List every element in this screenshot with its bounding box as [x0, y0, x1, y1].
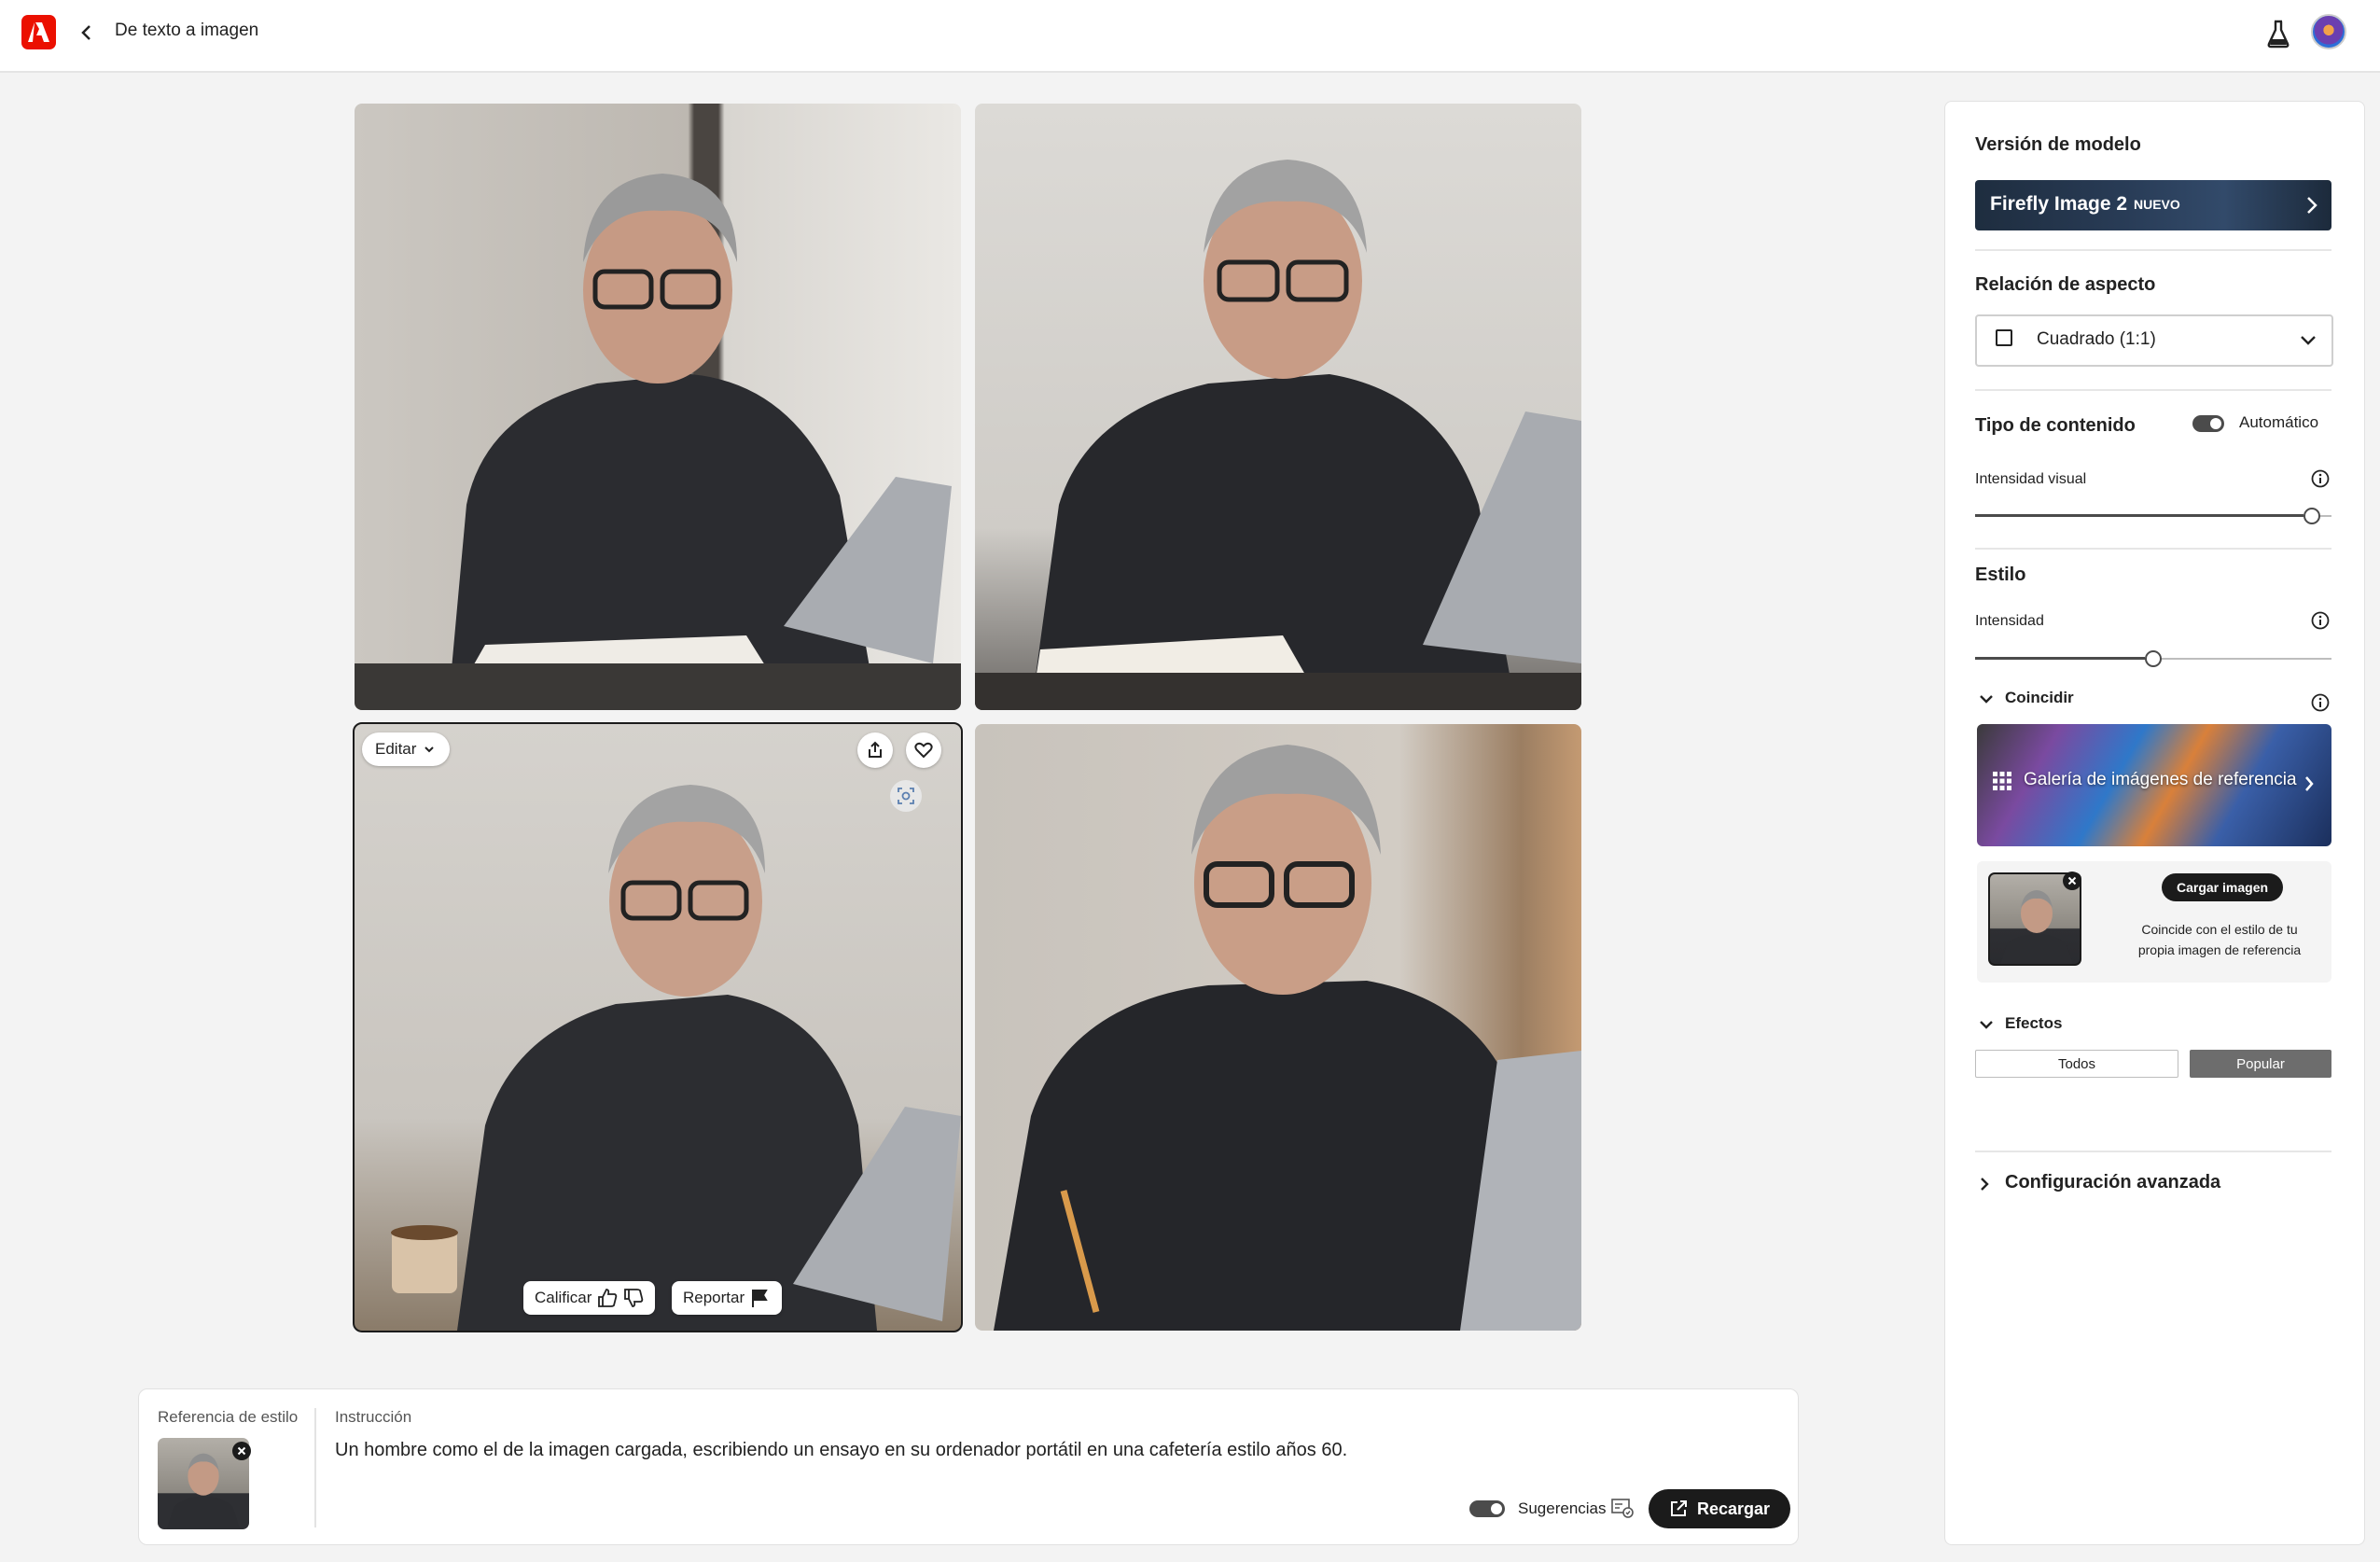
suggestions-settings-icon[interactable]	[1611, 1498, 1634, 1518]
remove-reference-button[interactable]	[2063, 872, 2081, 890]
gallery-label: Galería de imágenes de referencia	[2024, 770, 2297, 789]
info-icon[interactable]	[2311, 611, 2330, 630]
upload-description-line2: propia imagen de referencia	[2137, 942, 2302, 957]
upload-image-button[interactable]: Cargar imagen	[2162, 873, 2284, 901]
photo-man-writing	[975, 724, 1581, 1331]
match-heading[interactable]: Coincidir	[2005, 689, 2074, 707]
settings-panel: Versión de modelo Firefly Image 2 NUEVO …	[1944, 101, 2365, 1545]
instruction-input[interactable]: Un hombre como el de la imagen cargada, …	[335, 1440, 1734, 1461]
model-version-selector[interactable]: Firefly Image 2 NUEVO	[1975, 180, 2331, 230]
back-chevron-icon[interactable]	[78, 21, 95, 45]
reload-label: Recargar	[1697, 1499, 1771, 1518]
info-icon[interactable]	[2311, 469, 2330, 488]
thumbs-up-icon[interactable]	[597, 1288, 618, 1308]
aspect-ratio-value: Cuadrado (1:1)	[2037, 329, 2156, 349]
square-icon	[1996, 329, 2012, 346]
share-button[interactable]	[857, 732, 893, 768]
edit-label: Editar	[375, 740, 417, 758]
heart-icon	[914, 742, 933, 759]
reference-gallery-button[interactable]: Galería de imágenes de referencia	[1977, 724, 2331, 846]
style-heading: Estilo	[1975, 565, 2026, 585]
remove-style-reference-button[interactable]	[232, 1442, 251, 1460]
chevron-down-icon[interactable]	[1979, 693, 1994, 704]
info-icon[interactable]	[2311, 693, 2330, 712]
divider	[1975, 548, 2331, 550]
labs-flask-icon[interactable]	[2265, 19, 2291, 53]
intensity-slider-thumb[interactable]	[2145, 650, 2162, 667]
prompt-bar: Referencia de estilo Instrucción Un homb…	[138, 1388, 1799, 1545]
similar-button[interactable]	[890, 780, 922, 812]
visual-intensity-slider-fill	[1975, 514, 2303, 517]
generated-image-4[interactable]	[975, 724, 1581, 1331]
content-type-heading: Tipo de contenido	[1975, 415, 2136, 436]
top-bar: De texto a imagen	[0, 0, 2380, 73]
intensity-slider-fill	[1975, 657, 2145, 660]
effects-heading[interactable]: Efectos	[2005, 1014, 2062, 1033]
photo-man-writing	[355, 104, 961, 710]
flag-icon	[752, 1290, 768, 1307]
intensity-label: Intensidad	[1975, 613, 2044, 629]
divider	[1975, 1151, 2331, 1152]
suggestions-toggle[interactable]	[1469, 1500, 1505, 1517]
favorite-button[interactable]	[906, 732, 941, 768]
photo-man-writing	[975, 104, 1581, 710]
model-version-heading: Versión de modelo	[1975, 134, 2141, 155]
chevron-right-icon	[2307, 197, 2317, 214]
generated-image-1[interactable]	[355, 104, 961, 710]
rate-control[interactable]: Calificar	[523, 1281, 656, 1315]
chevron-right-icon	[2305, 776, 2314, 791]
model-name: Firefly Image 2	[1990, 193, 2128, 215]
chevron-down-icon	[2301, 336, 2316, 345]
thumbs-down-icon[interactable]	[623, 1288, 644, 1308]
visual-intensity-label: Intensidad visual	[1975, 471, 2087, 487]
advanced-settings-toggle[interactable]: Configuración avanzada	[2005, 1172, 2220, 1193]
chevron-right-icon[interactable]	[1979, 1177, 1990, 1192]
adobe-logo[interactable]	[21, 15, 56, 49]
rate-label: Calificar	[535, 1289, 592, 1306]
divider	[1975, 249, 2331, 251]
aspect-ratio-dropdown[interactable]: Cuadrado (1:1)	[1975, 314, 2333, 367]
grid-icon	[1993, 772, 2011, 790]
chevron-down-icon[interactable]	[1979, 1019, 1994, 1030]
close-icon	[237, 1446, 246, 1456]
separator	[314, 1408, 316, 1527]
style-reference-label: Referencia de estilo	[158, 1408, 299, 1426]
generated-image-2[interactable]	[975, 104, 1581, 710]
aspect-ratio-heading: Relación de aspecto	[1975, 274, 2156, 295]
chevron-down-icon	[425, 746, 435, 753]
photo-man-writing	[355, 724, 961, 1331]
suggestions-label: Sugerencias	[1518, 1499, 1607, 1517]
focus-similar-icon	[898, 788, 914, 804]
refresh-icon	[1671, 1500, 1687, 1516]
visual-intensity-slider-thumb[interactable]	[2303, 508, 2320, 524]
content-type-toggle-label: Automático	[2239, 413, 2319, 431]
share-icon	[869, 741, 882, 758]
edit-dropdown-button[interactable]: Editar	[362, 732, 451, 766]
effects-tab-all[interactable]: Todos	[1975, 1050, 2178, 1078]
user-avatar[interactable]	[2311, 14, 2346, 49]
effects-tab-popular[interactable]: Popular	[2190, 1050, 2331, 1078]
report-label: Reportar	[683, 1289, 745, 1306]
report-button[interactable]: Reportar	[672, 1281, 783, 1315]
upload-description-line1: Coincide con el estilo de tu	[2141, 922, 2298, 937]
instruction-label: Instrucción	[335, 1408, 412, 1426]
upload-reference-box: Cargar imagen Coincide con el estilo de …	[1977, 861, 2331, 983]
upload-description: Coincide con el estilo de tu propia imag…	[2126, 919, 2313, 960]
page-title: De texto a imagen	[115, 21, 259, 40]
reload-button[interactable]: Recargar	[1649, 1489, 1791, 1528]
close-icon	[2067, 876, 2077, 886]
divider	[1975, 389, 2331, 391]
content-type-toggle[interactable]	[2192, 415, 2224, 432]
new-badge: NUEVO	[2134, 197, 2180, 212]
generated-image-3[interactable]: Editar Calificar Reportar	[353, 722, 963, 1332]
